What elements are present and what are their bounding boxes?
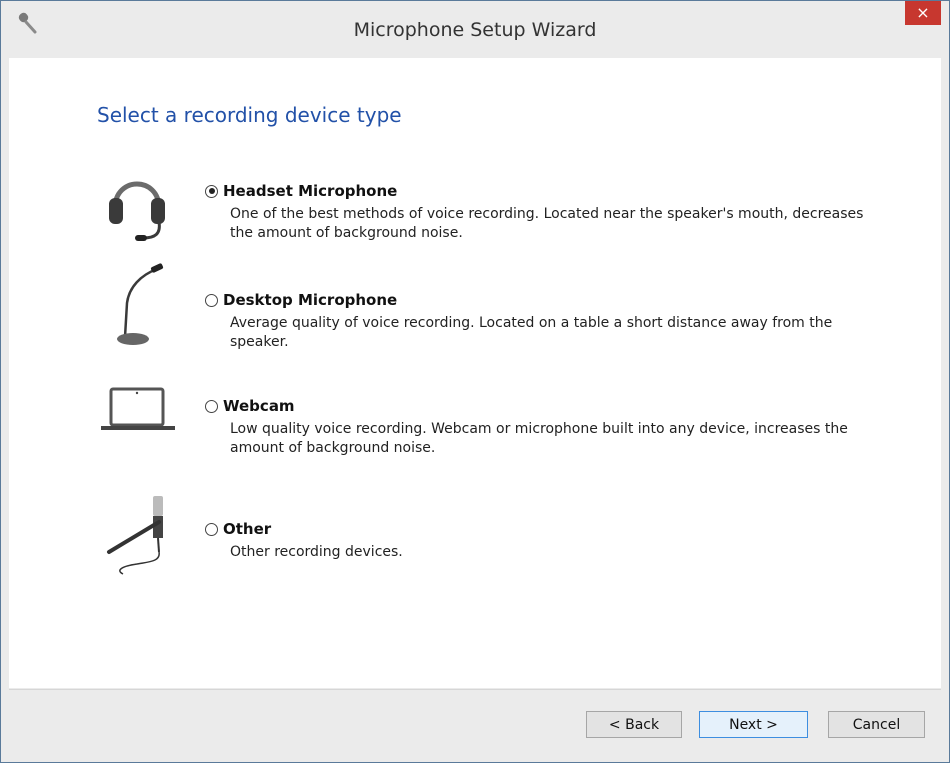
title-bar[interactable]: Microphone Setup Wizard × — [1, 1, 949, 58]
radio-button[interactable] — [205, 293, 218, 307]
studio-microphone-icon — [97, 492, 187, 578]
option-description: One of the best methods of voice recordi… — [230, 206, 864, 241]
close-icon: × — [916, 3, 930, 22]
webcam-radio[interactable]: Webcam — [205, 397, 295, 415]
desktop-microphone-icon — [97, 261, 187, 347]
headset-radio[interactable]: Headset Microphone — [205, 182, 397, 200]
option-label[interactable]: Webcam — [223, 397, 295, 415]
content-panel: Select a recording device type Headset M… — [9, 58, 941, 688]
radio-button[interactable] — [205, 399, 218, 413]
desktop-microphone-radio[interactable]: Desktop Microphone — [205, 291, 397, 309]
back-button[interactable]: < Back — [586, 711, 682, 738]
option-label[interactable]: Headset Microphone — [223, 182, 397, 200]
button-bar: < Back Next > Cancel — [9, 689, 941, 756]
option-description: Average quality of voice recording. Loca… — [230, 315, 833, 350]
option-label[interactable]: Other — [223, 520, 271, 538]
page-heading: Select a recording device type — [97, 103, 402, 127]
other-radio[interactable]: Other — [205, 520, 271, 538]
option-description: Other recording devices. — [230, 544, 403, 560]
wizard-window: Microphone Setup Wizard × Select a recor… — [0, 0, 950, 763]
cancel-button[interactable]: Cancel — [828, 711, 925, 738]
headset-icon — [97, 158, 187, 244]
radio-button[interactable] — [205, 522, 218, 536]
window-title: Microphone Setup Wizard — [353, 19, 597, 41]
radio-button-selected[interactable] — [205, 184, 218, 198]
laptop-webcam-icon — [97, 379, 187, 465]
close-button[interactable]: × — [905, 1, 941, 25]
option-label[interactable]: Desktop Microphone — [223, 291, 397, 309]
option-description: Low quality voice recording. Webcam or m… — [230, 421, 848, 456]
next-button[interactable]: Next > — [699, 711, 808, 738]
